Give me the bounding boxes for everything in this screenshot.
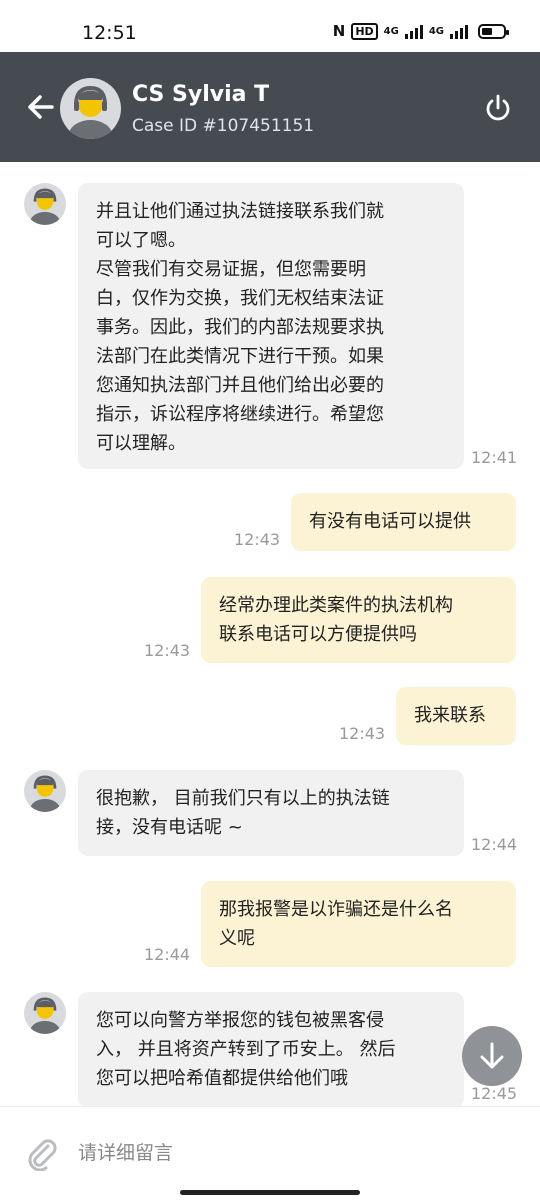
agent-avatar [24, 992, 66, 1034]
message-line: 您可以向警方举报您的钱包被黑客侵 [96, 1010, 384, 1031]
message-timestamp: 12:44 [471, 835, 518, 854]
message-line: 入， 并且将资产转到了币安上。 然后 [96, 1039, 396, 1060]
agent-name: CS Sylvia T [132, 82, 270, 107]
message-timestamp: 12:44 [144, 945, 191, 964]
message-line: 您可以把哈希值都提供给他们哦 [96, 1068, 348, 1089]
message-bubble-incoming: 您可以向警方举报您的钱包被黑客侵 入， 并且将资产转到了币安上。 然后 您可以把… [78, 992, 464, 1106]
hd-badge: HD [351, 22, 378, 40]
message-line: 并且让他们通过执法链接联系我们就 [96, 201, 384, 222]
paperclip-icon [28, 1139, 57, 1172]
back-button[interactable] [22, 92, 62, 122]
message-line: 尽管我们有交易证据，但您需要明 [96, 259, 366, 280]
agent-avatar [24, 770, 66, 812]
message-timestamp: 12:45 [471, 1084, 518, 1103]
end-chat-button[interactable] [482, 92, 514, 124]
battery-icon [478, 23, 509, 39]
network-label-1: 4G [383, 25, 399, 37]
status-bar: 12:51 N HD 4G 4G [0, 0, 540, 52]
home-indicator [180, 1190, 360, 1195]
case-id: Case ID #107451151 [132, 116, 315, 136]
message-bubble-outgoing: 经常办理此类案件的执法机构 联系电话可以方便提供吗 [201, 577, 516, 663]
message-line: 法部门在此类情况下进行干预。如果 [96, 346, 384, 367]
message-line: 我来联系 [414, 705, 486, 726]
agent-avatar [60, 78, 121, 139]
message-line: 指示，诉讼程序将继续进行。希望您 [96, 404, 384, 425]
chat-header: CS Sylvia T Case ID #107451151 [0, 52, 540, 162]
message-line: 可以了嗯。 [96, 230, 186, 251]
nfc-icon: N [332, 22, 346, 40]
arrow-left-icon [28, 95, 54, 119]
message-line: 经常办理此类案件的执法机构 [219, 595, 453, 616]
message-input[interactable] [78, 1133, 498, 1173]
message-bubble-outgoing: 有没有电话可以提供 [291, 493, 516, 551]
message-line: 白，仅作为交换，我们无权结束法证 [96, 288, 384, 309]
status-icons: N HD 4G 4G [332, 22, 509, 40]
attach-button[interactable] [26, 1137, 58, 1172]
message-line: 有没有电话可以提供 [309, 511, 471, 532]
chat-messages[interactable]: 并且让他们通过执法链接联系我们就 可以了嗯。 尽管我们有交易证据，但您需要明 白… [0, 162, 540, 1106]
message-timestamp: 12:41 [471, 448, 518, 467]
message-line: 那我报警是以诈骗还是什么名 [219, 899, 453, 920]
message-line: 事务。因此，我们的内部法规要求执 [96, 317, 384, 338]
message-timestamp: 12:43 [234, 530, 281, 549]
message-line: 可以理解。 [96, 433, 186, 454]
message-bubble-incoming: 并且让他们通过执法链接联系我们就 可以了嗯。 尽管我们有交易证据，但您需要明 白… [78, 183, 464, 469]
message-line: 义呢 [219, 928, 255, 949]
message-bubble-outgoing: 我来联系 [396, 687, 516, 745]
arrow-down-icon [480, 1042, 504, 1069]
message-line: 接，没有电话呢 ~ [96, 817, 243, 838]
message-bubble-outgoing: 那我报警是以诈骗还是什么名 义呢 [201, 881, 516, 967]
signal-icon [404, 23, 423, 39]
message-line: 您通知执法部门并且他们给出必要的 [96, 375, 384, 396]
power-icon [486, 94, 510, 121]
message-line: 很抱歉， 目前我们只有以上的执法链 [96, 788, 390, 809]
status-time: 12:51 [82, 22, 137, 44]
signal-icon [450, 23, 468, 39]
message-timestamp: 12:43 [339, 724, 386, 743]
message-input-bar [0, 1106, 540, 1200]
agent-avatar [24, 183, 66, 225]
message-line: 联系电话可以方便提供吗 [219, 624, 417, 645]
network-label-2: 4G [428, 25, 444, 37]
scroll-to-bottom-button[interactable] [462, 1026, 522, 1086]
message-timestamp: 12:43 [144, 641, 191, 660]
message-bubble-incoming: 很抱歉， 目前我们只有以上的执法链 接，没有电话呢 ~ [78, 770, 464, 856]
